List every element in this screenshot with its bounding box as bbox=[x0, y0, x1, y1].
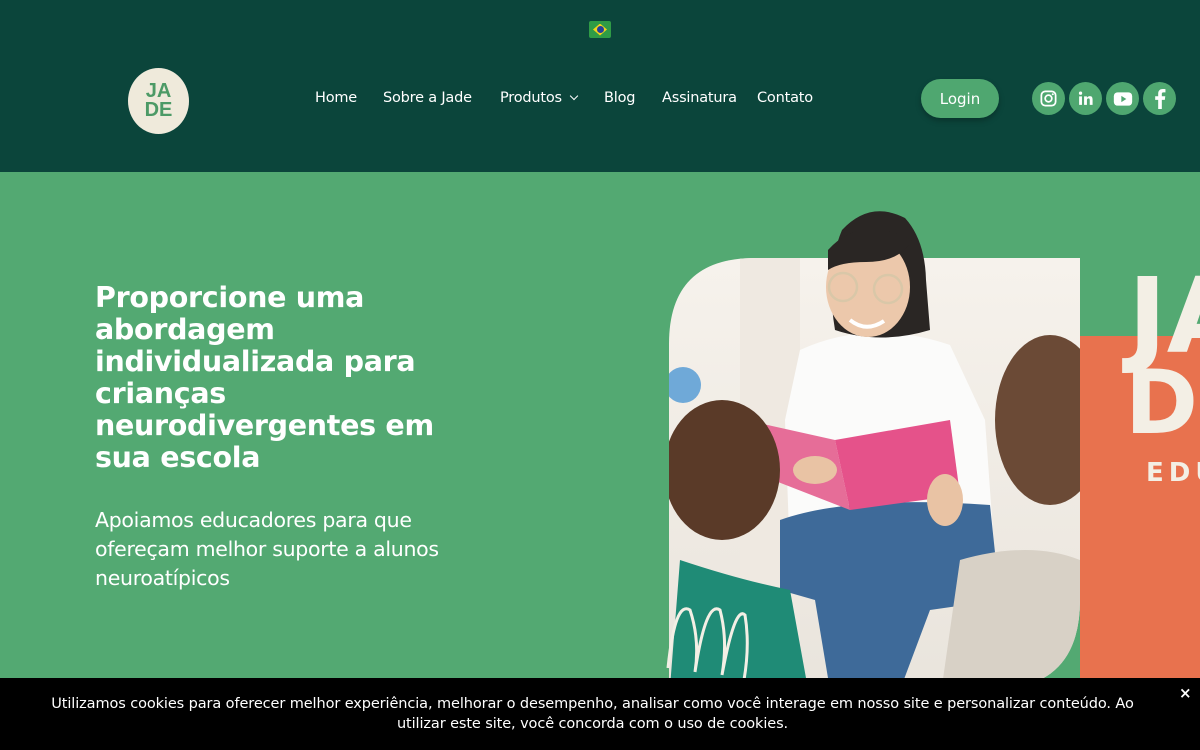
side-logo-line-1: JA bbox=[1122, 255, 1200, 377]
nav-home[interactable]: Home bbox=[315, 90, 357, 106]
side-logo-line-2: DE bbox=[1125, 351, 1200, 454]
nav-produtos[interactable]: Produtos bbox=[500, 90, 562, 106]
login-button[interactable]: Login bbox=[921, 79, 999, 118]
youtube-icon[interactable] bbox=[1106, 82, 1139, 115]
instagram-icon[interactable] bbox=[1032, 82, 1065, 115]
cookie-text: Utilizamos cookies para oferecer melhor … bbox=[51, 696, 1134, 732]
chevron-down-icon[interactable] bbox=[569, 91, 579, 101]
hero-title: Proporcione uma abordagem individualizad… bbox=[95, 281, 434, 474]
orange-brand-panel bbox=[1080, 336, 1200, 690]
logo-line-2: DE bbox=[144, 99, 173, 121]
brazil-flag-icon[interactable] bbox=[589, 21, 611, 38]
nav-assinatura[interactable]: Assinatura bbox=[662, 90, 737, 106]
cookie-banner: Utilizamos cookies para oferecer melhor … bbox=[0, 678, 1200, 750]
site-header: JA DE Home Sobre a Jade Produtos Blog As… bbox=[0, 0, 1200, 172]
nav-blog[interactable]: Blog bbox=[604, 90, 635, 106]
side-logo-tag: EDU bbox=[1146, 458, 1200, 488]
linkedin-icon[interactable] bbox=[1069, 82, 1102, 115]
nav-sobre[interactable]: Sobre a Jade bbox=[383, 90, 472, 106]
site-logo[interactable]: JA DE bbox=[128, 68, 189, 134]
close-icon[interactable]: × bbox=[1179, 684, 1192, 702]
nav-contato[interactable]: Contato bbox=[757, 90, 813, 106]
facebook-icon[interactable] bbox=[1143, 82, 1176, 115]
hero-subtitle: Apoiamos educadores para que ofereçam me… bbox=[95, 508, 439, 590]
